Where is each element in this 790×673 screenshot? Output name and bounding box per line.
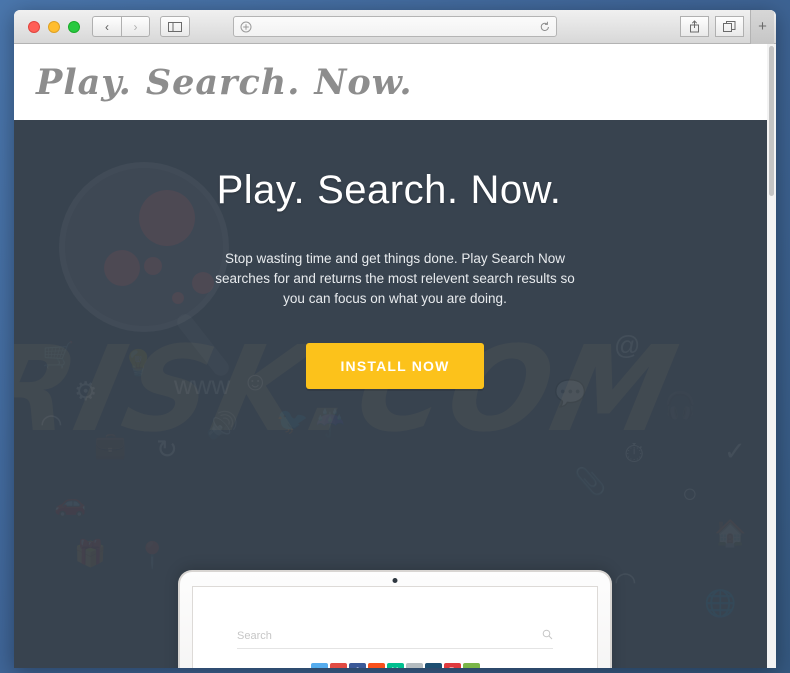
rain-icon: ☔ — [314, 408, 347, 438]
webcam-icon — [392, 578, 398, 583]
home-icon: 🏠 — [714, 518, 747, 548]
laptop-lid: Search 🐦▶f☁V☁◆P≋ — [178, 570, 612, 668]
install-now-button[interactable]: INSTALL NOW — [306, 343, 484, 389]
vine-icon[interactable]: V — [386, 663, 404, 668]
hero-title: Play. Search. Now. — [14, 168, 776, 213]
scrollbar-thumb[interactable] — [769, 46, 774, 196]
globe-icon — [239, 20, 252, 33]
hero-word-search: Search. — [317, 168, 459, 212]
clock-icon: ⏱ — [624, 438, 645, 468]
toolbar-right-group: + — [680, 10, 774, 44]
navigation-buttons: ‹ › — [92, 16, 150, 37]
forward-button[interactable]: › — [121, 16, 150, 37]
share-button[interactable] — [680, 16, 709, 37]
browser-window: ‹ › + Play. Search. Now. 🛒 💡 www ⚙ ◠ 💼 ↻… — [14, 10, 776, 668]
close-window-button[interactable] — [28, 20, 40, 33]
laptop-screen: Search 🐦▶f☁V☁◆P≋ — [192, 586, 598, 668]
page-scrollbar[interactable] — [767, 44, 776, 668]
dropbox-icon[interactable]: ◆ — [424, 663, 442, 668]
icloud-icon[interactable]: ☁ — [405, 663, 423, 668]
hero-subtitle: Stop wasting time and get things done. P… — [215, 251, 575, 306]
logo-word-play: Play. — [36, 61, 132, 103]
pinterest-icon[interactable]: P — [443, 663, 461, 668]
laptop-mockup: Search 🐦▶f☁V☁◆P≋ — [178, 570, 612, 668]
speaker-icon: 🔊 — [206, 410, 239, 440]
briefcase-icon: 💼 — [94, 430, 127, 460]
mock-search-bar[interactable]: Search — [237, 629, 553, 649]
mock-search-input[interactable]: Search — [237, 630, 542, 642]
twitter-icon[interactable]: 🐦 — [310, 663, 328, 668]
sidebar-toggle-button[interactable] — [160, 16, 190, 37]
check-icon: ✓ — [724, 436, 746, 466]
site-header: Play. Search. Now. — [14, 44, 776, 120]
refresh-icon: ↻ — [156, 434, 178, 464]
social-icon-row: 🐦▶f☁V☁◆P≋ — [237, 663, 553, 668]
show-tabs-button[interactable] — [715, 16, 744, 37]
wifi-icon: ◠ — [40, 408, 63, 438]
youtube-icon[interactable]: ▶ — [329, 663, 347, 668]
ring-icon: ○ — [682, 478, 698, 508]
new-tab-button[interactable]: + — [750, 10, 774, 44]
soundcloud-icon[interactable]: ☁ — [367, 663, 385, 668]
bird-icon: 🐦 — [276, 406, 309, 436]
hero-content: Play. Search. Now. Stop wasting time and g… — [14, 120, 776, 389]
pin-icon: 📍 — [136, 540, 169, 570]
back-button[interactable]: ‹ — [92, 16, 121, 37]
hero-section: 🛒💡www⚙◠💼↻🔊☺🐦🚗🎁📍@💬🎧⏱✓📎○🏠🔑☔🌐◠📷 RISK.COM Pl… — [14, 120, 776, 668]
spotify-icon[interactable]: ≋ — [462, 663, 480, 668]
reload-icon[interactable] — [538, 20, 551, 33]
minimize-window-button[interactable] — [48, 20, 60, 33]
cta-container: INSTALL NOW — [14, 343, 776, 389]
hero-word-play: Play. — [216, 168, 306, 212]
facebook-icon[interactable]: f — [348, 663, 366, 668]
share-icon — [690, 20, 699, 33]
car-icon: 🚗 — [54, 488, 87, 518]
magnifier-icon[interactable] — [542, 629, 553, 643]
page-content: Play. Search. Now. 🛒 💡 www ⚙ ◠ 💼 ↻ 🔊 ☺ 🐦 🚗 🎁 📍 @ 💬 🎧 ⏱ ✓ 📎 ○ 🏠… — [14, 44, 776, 668]
desktop-background: ‹ › + Play. Search. Now. 🛒 💡 www ⚙ ◠ 💼 ↻… — [0, 0, 790, 673]
show-tabs-icon — [723, 20, 736, 32]
window-controls — [20, 20, 92, 33]
headphones-icon: 🎧 — [664, 390, 697, 420]
address-bar-container — [233, 16, 557, 37]
globe-bg-icon: 🌐 — [704, 588, 737, 618]
sidebar-icon — [168, 21, 182, 32]
address-bar[interactable] — [233, 16, 557, 37]
paperclip-icon: 📎 — [574, 466, 607, 496]
site-logo[interactable]: Play. Search. Now. — [36, 62, 427, 103]
browser-toolbar: ‹ › + — [14, 10, 776, 44]
wifi2-icon: ◠ — [614, 566, 637, 596]
zoom-window-button[interactable] — [68, 20, 80, 33]
logo-word-now: Now. — [314, 61, 413, 103]
gift-icon: 🎁 — [74, 538, 107, 568]
hero-word-now: Now. — [470, 168, 562, 212]
logo-word-search: Search. — [145, 61, 301, 103]
